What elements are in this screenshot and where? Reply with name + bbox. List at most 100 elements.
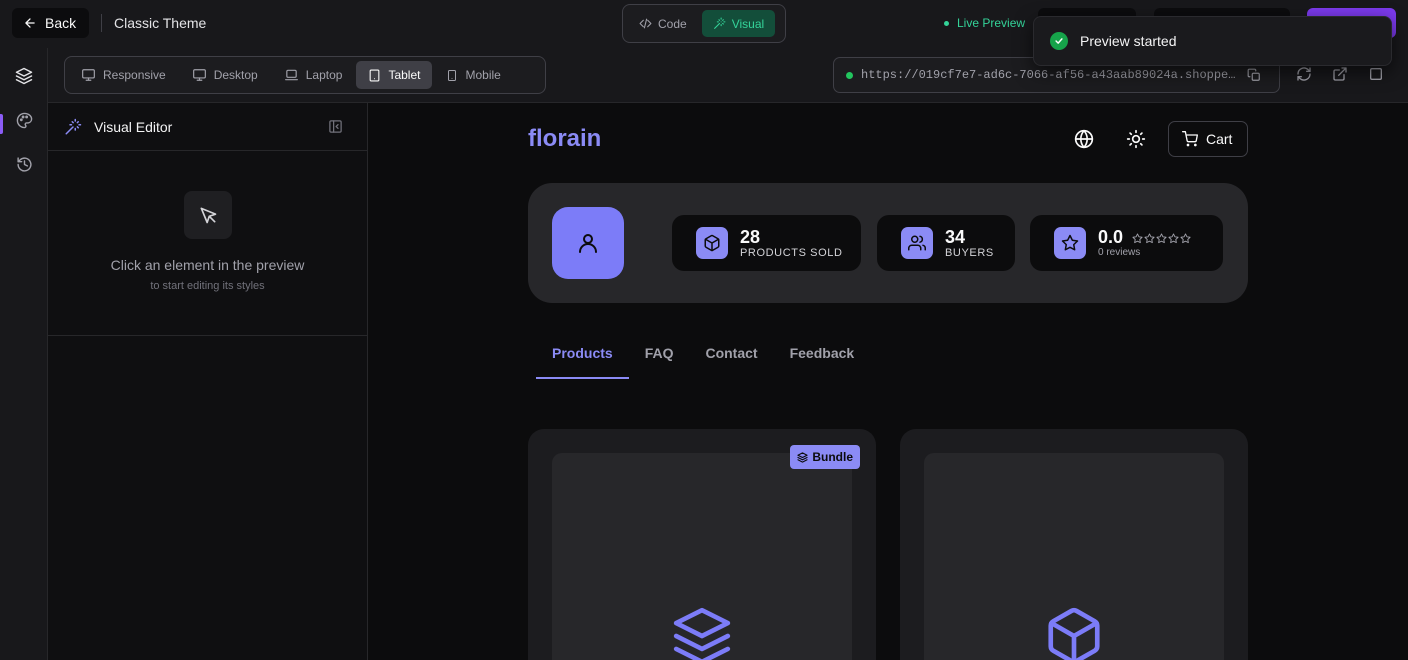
divider	[101, 14, 102, 32]
tab-faq[interactable]: FAQ	[629, 341, 690, 379]
wand-icon	[65, 118, 82, 134]
monitor-icon	[192, 69, 206, 81]
mouse-pointer-icon	[200, 207, 216, 224]
rail-theme[interactable]	[0, 100, 48, 140]
package-icon	[704, 234, 720, 252]
store-page: florain Cart 28 PRODUCTS SOLD 34 BUYERS …	[528, 103, 1248, 660]
device-label: Mobile	[465, 68, 501, 82]
live-preview-label: Live Preview	[957, 16, 1026, 30]
device-tablet[interactable]: Tablet	[356, 61, 433, 89]
cursor-placeholder	[183, 191, 232, 239]
cart-label: Cart	[1206, 131, 1233, 147]
device-label: Tablet	[388, 68, 421, 82]
tab-feedback[interactable]: Feedback	[774, 341, 871, 379]
panel-collapse-icon[interactable]	[328, 119, 343, 134]
package-icon	[1048, 607, 1100, 660]
review-count: 0 reviews	[1098, 247, 1141, 258]
layers-icon	[673, 607, 731, 660]
layers-icon	[15, 67, 33, 85]
panel-empty-state: Click an element in the preview to start…	[48, 151, 367, 336]
cart-button[interactable]: Cart	[1168, 121, 1248, 157]
empty-title: Click an element in the preview	[110, 257, 305, 273]
rating-value: 0.0	[1098, 227, 1124, 247]
rating-stars	[1132, 233, 1191, 244]
rating-value-row: 0.0	[1098, 227, 1191, 247]
rating-star-icon	[1168, 233, 1179, 243]
product-card[interactable]: Bundle	[528, 429, 876, 660]
rating-star-icon	[1132, 233, 1143, 243]
rating-star-icon	[1156, 233, 1167, 243]
device-responsive[interactable]: Responsive	[69, 61, 178, 89]
stat-icon-box	[1054, 227, 1086, 259]
smartphone-icon	[448, 69, 457, 81]
tab-products[interactable]: Products	[536, 341, 629, 379]
visual-mode-label: Visual	[731, 16, 765, 31]
palette-icon	[16, 112, 32, 128]
theme-name: Classic Theme	[114, 15, 207, 31]
star-icon	[1061, 234, 1079, 251]
stat-buyers: 34 BUYERS	[877, 215, 1015, 271]
fullscreen-icon[interactable]	[1368, 66, 1384, 82]
product-card[interactable]	[900, 429, 1248, 660]
user-icon	[579, 234, 597, 253]
arrow-left-icon	[25, 18, 35, 28]
status-dot	[846, 71, 853, 79]
stat-icon-box	[901, 227, 933, 259]
stat-label: PRODUCTS SOLD	[740, 247, 843, 259]
visual-mode-button[interactable]: Visual	[701, 10, 776, 37]
shopping-cart-icon	[1182, 131, 1198, 147]
store-preview: florain Cart 28 PRODUCTS SOLD 34 BUYERS …	[368, 103, 1408, 660]
back-button[interactable]: Back	[12, 8, 89, 38]
panel-header: Visual Editor	[48, 103, 367, 151]
refresh-icon[interactable]	[1296, 66, 1312, 82]
code-mode-label: Code	[658, 16, 687, 31]
device-desktop[interactable]: Desktop	[180, 61, 270, 89]
tablet-icon	[370, 69, 380, 81]
device-laptop[interactable]: Laptop	[272, 61, 355, 89]
mode-switch: Code Visual	[622, 4, 786, 43]
history-icon	[16, 156, 32, 172]
device-switcher: Responsive Desktop Laptop Tablet Mobile	[64, 56, 546, 94]
monitor-icon	[82, 69, 95, 81]
stat-rating: 0.0 0 reviews	[1030, 215, 1223, 271]
left-rail	[0, 48, 48, 660]
device-label: Desktop	[213, 68, 258, 82]
check-circle-icon	[1050, 32, 1068, 50]
rating-star-icon	[1180, 233, 1191, 243]
device-label: Laptop	[305, 68, 343, 82]
sun-icon[interactable]	[1126, 129, 1146, 149]
toast-message: Preview started	[1080, 33, 1177, 49]
toast-notification: Preview started	[1033, 16, 1392, 66]
stat-value: 28	[740, 227, 761, 247]
store-logo[interactable]: florain	[528, 125, 601, 153]
panel-title: Visual Editor	[94, 118, 173, 135]
visual-editor-panel: Visual Editor Click an element in the pr…	[48, 103, 368, 660]
rating-star-icon	[1144, 233, 1155, 243]
empty-subtitle: to start editing its styles	[150, 280, 265, 292]
seller-profile-card: 28 PRODUCTS SOLD 34 BUYERS 0.0 0 reviews	[528, 183, 1248, 303]
users-icon	[908, 235, 926, 251]
live-dot	[944, 20, 949, 26]
back-label: Back	[45, 15, 77, 31]
globe-icon[interactable]	[1074, 129, 1094, 149]
wand-icon	[713, 17, 726, 29]
external-link-icon[interactable]	[1332, 66, 1348, 82]
product-image	[924, 453, 1224, 660]
product-image	[552, 453, 852, 660]
code-icon	[639, 18, 652, 29]
stat-label: BUYERS	[945, 247, 994, 259]
code-mode-button[interactable]: Code	[628, 10, 698, 37]
tab-contact[interactable]: Contact	[689, 341, 773, 379]
stat-icon-box	[696, 227, 728, 259]
layers-icon	[797, 451, 808, 463]
laptop-icon	[284, 69, 298, 81]
stat-products-sold: 28 PRODUCTS SOLD	[672, 215, 861, 271]
rail-history[interactable]	[0, 144, 48, 184]
copy-icon[interactable]	[1247, 68, 1261, 82]
preview-url: https://019cf7e7-ad6c-7066-af56-a43aab89…	[861, 68, 1236, 82]
rail-layers[interactable]	[0, 56, 48, 96]
device-mobile[interactable]: Mobile	[434, 61, 512, 89]
stat-value: 34	[945, 227, 966, 247]
avatar	[552, 207, 624, 279]
bundle-badge: Bundle	[790, 445, 860, 469]
